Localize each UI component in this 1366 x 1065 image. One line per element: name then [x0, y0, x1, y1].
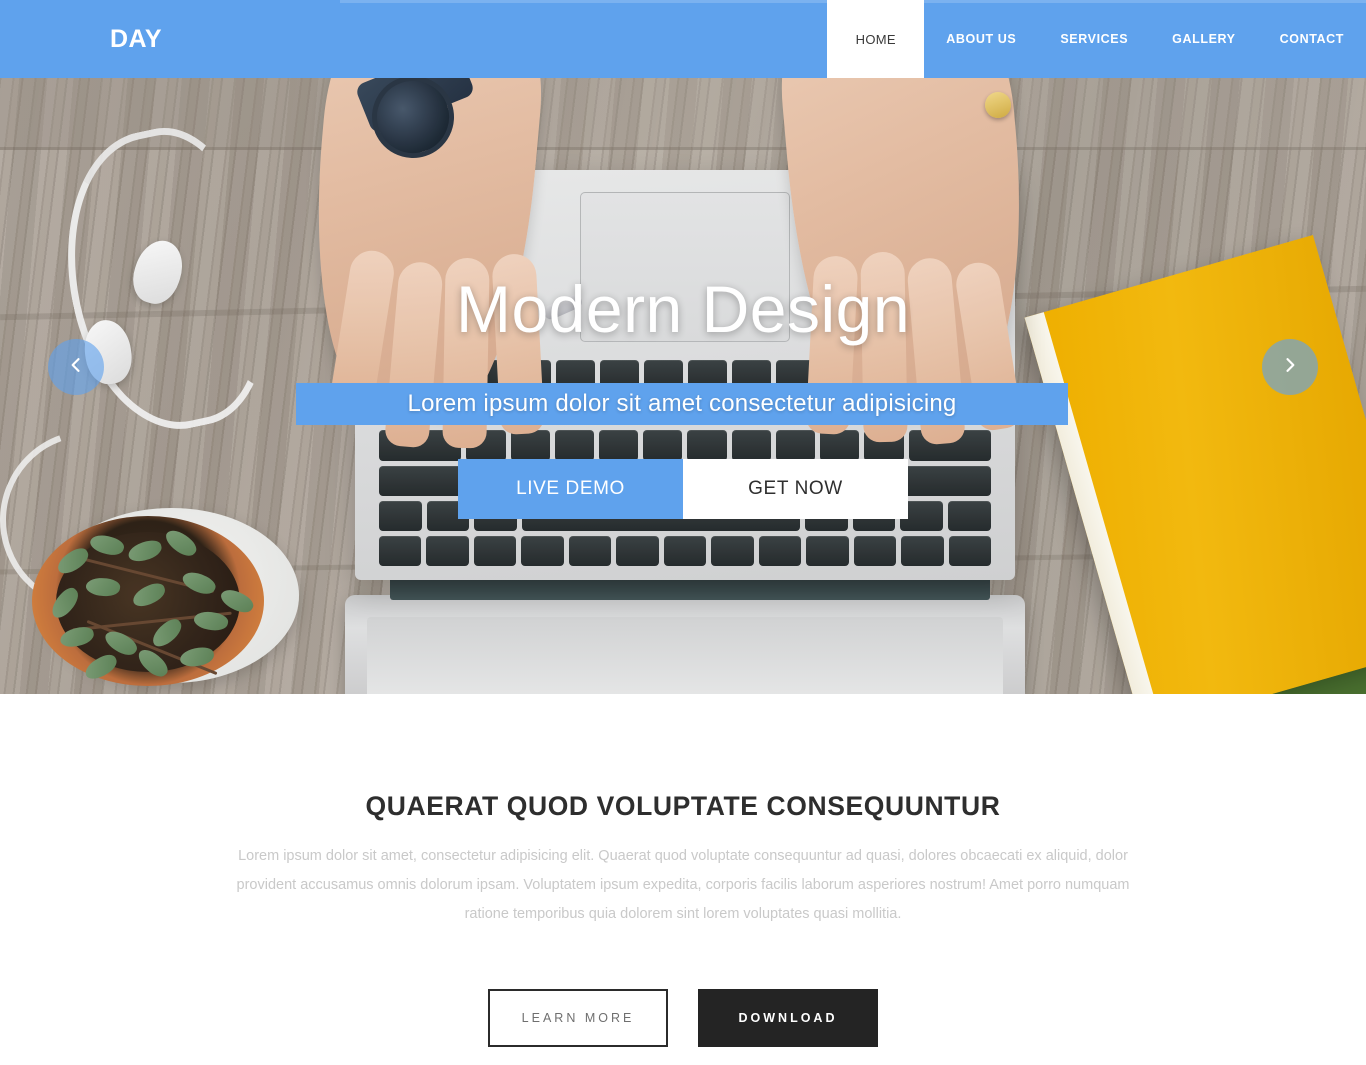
site-header: DAY HOME ABOUT US SERVICES GALLERY CONTA… [0, 0, 1366, 78]
nav-item-about-us[interactable]: ABOUT US [924, 0, 1038, 78]
carousel-prev-button[interactable] [48, 339, 104, 395]
learn-more-button[interactable]: LEARN MORE [488, 989, 668, 1047]
intro-paragraph: Lorem ipsum dolor sit amet, consectetur … [236, 848, 1130, 922]
brand-logo[interactable]: DAY [110, 0, 162, 78]
intro-button-group: LEARN MORE DOWNLOAD [0, 989, 1366, 1047]
nav-item-home[interactable]: HOME [827, 0, 925, 78]
hero-subtitle: Lorem ipsum dolor sit amet consectetur a… [296, 383, 1068, 425]
get-now-button[interactable]: GET NOW [683, 459, 908, 519]
main-navigation: HOME ABOUT US SERVICES GALLERY CONTACT [827, 0, 1366, 78]
intro-section: QUAERAT QUOD VOLUPTATE CONSEQUUNTUR Lore… [0, 694, 1366, 1065]
hero-title: Modern Design [455, 272, 911, 346]
carousel-next-button[interactable] [1262, 339, 1318, 395]
hero-section: Modern Design Lorem ipsum dolor sit amet… [0, 0, 1366, 694]
nav-item-contact[interactable]: CONTACT [1258, 0, 1366, 78]
hero-button-group: LIVE DEMO GET NOW [0, 459, 1366, 519]
chevron-right-icon [1280, 355, 1300, 380]
nav-item-gallery[interactable]: GALLERY [1150, 0, 1257, 78]
download-button[interactable]: DOWNLOAD [698, 989, 878, 1047]
intro-heading: QUAERAT QUOD VOLUPTATE CONSEQUUNTUR [365, 791, 1001, 821]
hero-content: Modern Design Lorem ipsum dolor sit amet… [0, 0, 1366, 694]
live-demo-button[interactable]: LIVE DEMO [458, 459, 683, 519]
nav-item-services[interactable]: SERVICES [1038, 0, 1150, 78]
chevron-left-icon [66, 355, 86, 380]
